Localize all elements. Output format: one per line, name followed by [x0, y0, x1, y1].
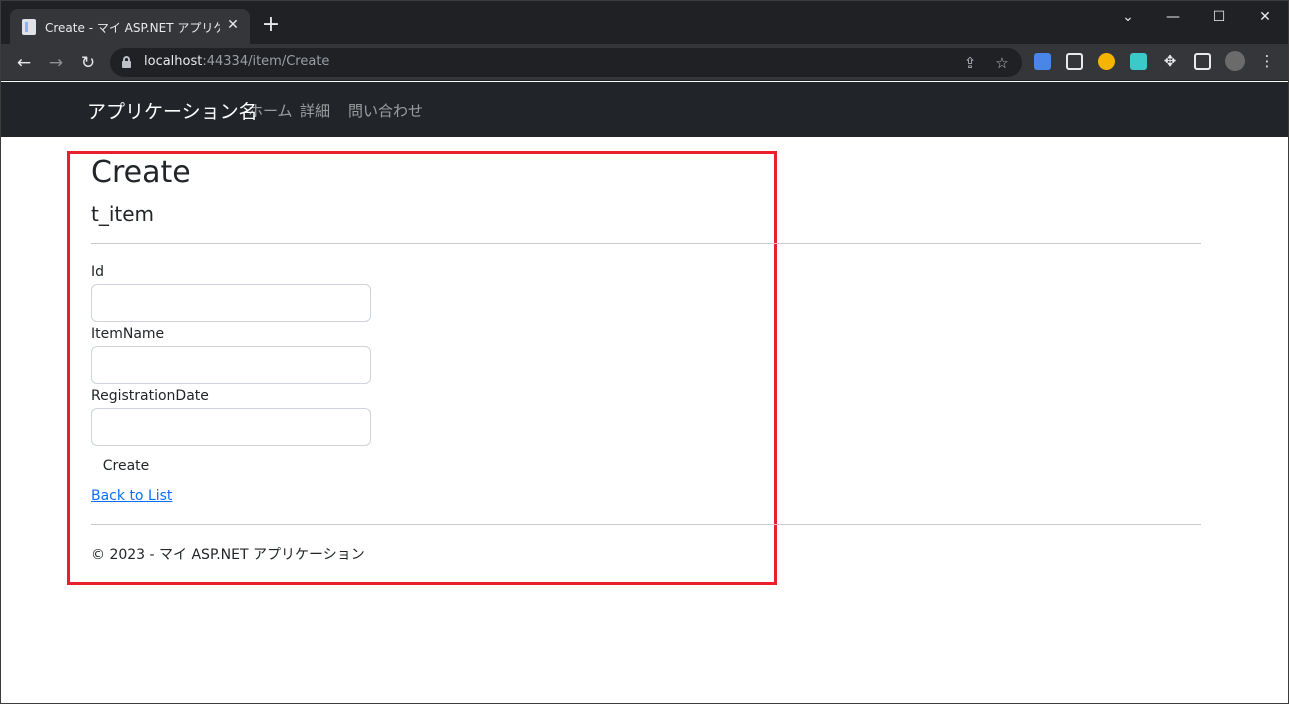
item-name-field[interactable] [91, 346, 371, 384]
page-title: Create [91, 155, 191, 190]
close-window-icon[interactable]: ✕ [1250, 7, 1280, 27]
lock-icon [122, 56, 131, 68]
color-extension-icon[interactable] [1098, 53, 1115, 70]
create-button[interactable]: Create [91, 453, 161, 479]
menu-kebab-icon[interactable]: ⋮ [1257, 51, 1277, 71]
id-label: Id [91, 264, 105, 280]
nav-link-home[interactable]: ホーム [248, 100, 293, 121]
side-panel-icon[interactable] [1194, 53, 1211, 70]
back-to-list-link[interactable]: Back to List [91, 488, 172, 504]
forward-arrow-icon[interactable]: → [45, 52, 67, 74]
brand-link[interactable]: アプリケーション名 [87, 97, 258, 124]
maximize-icon[interactable]: ☐ [1204, 7, 1234, 27]
browser-tab[interactable]: Create - マイ ASP.NET アプリケーション ✕ [10, 9, 250, 44]
translate-extension-icon[interactable] [1034, 53, 1051, 70]
id-field[interactable] [91, 284, 371, 322]
share-icon[interactable]: ⇪ [961, 54, 979, 72]
divider [91, 243, 1201, 244]
nav-link-about[interactable]: 詳細 [300, 100, 330, 121]
chat-extension-icon[interactable] [1130, 53, 1147, 70]
minimize-icon[interactable]: — [1158, 7, 1188, 27]
footer-divider [91, 524, 1201, 525]
registration-date-field[interactable] [91, 408, 371, 446]
registration-date-label: RegistrationDate [91, 388, 209, 404]
media-extension-icon[interactable] [1066, 53, 1083, 70]
nav-link-contact[interactable]: 問い合わせ [348, 100, 423, 121]
footer-text: © 2023 - マイ ASP.NET アプリケーション [91, 547, 365, 563]
tab-title: Create - マイ ASP.NET アプリケーション [45, 21, 220, 35]
reload-icon[interactable]: ↻ [77, 52, 99, 74]
item-name-label: ItemName [91, 326, 165, 342]
extensions-puzzle-icon[interactable]: ✥ [1160, 51, 1180, 71]
page-content: Create t_item Id ItemName RegistrationDa… [1, 137, 1288, 703]
tab-close-icon[interactable]: ✕ [225, 17, 241, 33]
address-bar[interactable]: localhost:44334/item/Create ⇪ ☆ [110, 48, 1022, 77]
url-text: localhost:44334/item/Create [144, 54, 330, 69]
profile-avatar[interactable] [1225, 51, 1245, 71]
app-navbar: アプリケーション名 ホーム 詳細 問い合わせ [1, 82, 1288, 137]
browser-window: Create - マイ ASP.NET アプリケーション ✕ + ⌄ — ☐ ✕… [0, 0, 1289, 704]
new-tab-icon[interactable]: + [261, 14, 281, 36]
page-favicon-icon [22, 19, 36, 35]
back-arrow-icon[interactable]: ← [13, 52, 35, 74]
entity-heading: t_item [91, 202, 155, 226]
bookmark-star-icon[interactable]: ☆ [993, 54, 1011, 72]
browser-toolbar: ← → ↻ localhost:44334/item/Create ⇪ ☆ [1, 44, 1288, 81]
tab-strip: Create - マイ ASP.NET アプリケーション ✕ + ⌄ — ☐ ✕ [1, 1, 1288, 44]
tab-search-chevron-icon[interactable]: ⌄ [1113, 7, 1143, 27]
